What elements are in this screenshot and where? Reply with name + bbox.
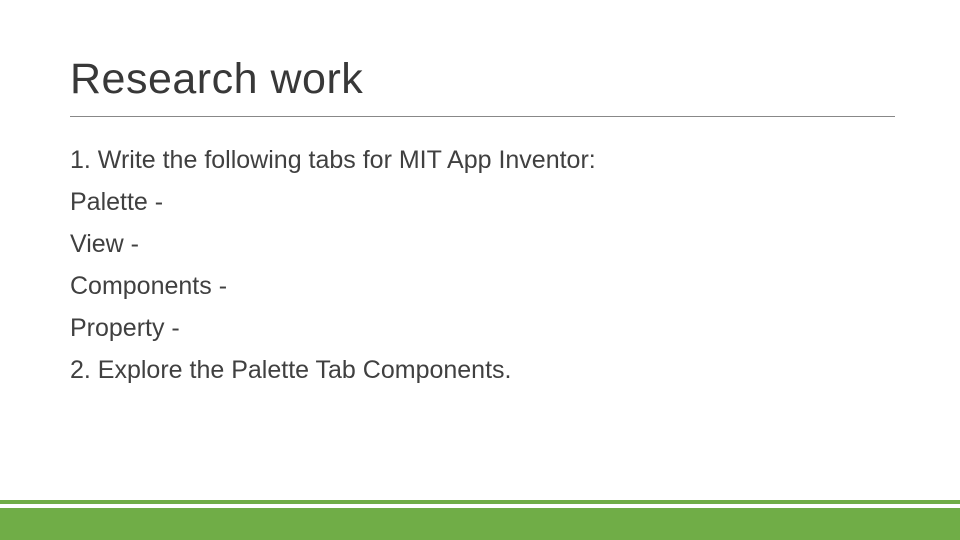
body-line-2: Palette - [70, 181, 895, 223]
footer-accent-bar [0, 508, 960, 540]
slide-body: 1. Write the following tabs for MIT App … [70, 139, 895, 391]
body-line-3: View - [70, 223, 895, 265]
slide: Research work 1. Write the following tab… [0, 0, 960, 540]
body-line-1: 1. Write the following tabs for MIT App … [70, 139, 895, 181]
body-line-4: Components - [70, 265, 895, 307]
body-line-5: Property - [70, 307, 895, 349]
body-line-6: 2. Explore the Palette Tab Components. [70, 349, 895, 391]
slide-title: Research work [70, 55, 895, 117]
